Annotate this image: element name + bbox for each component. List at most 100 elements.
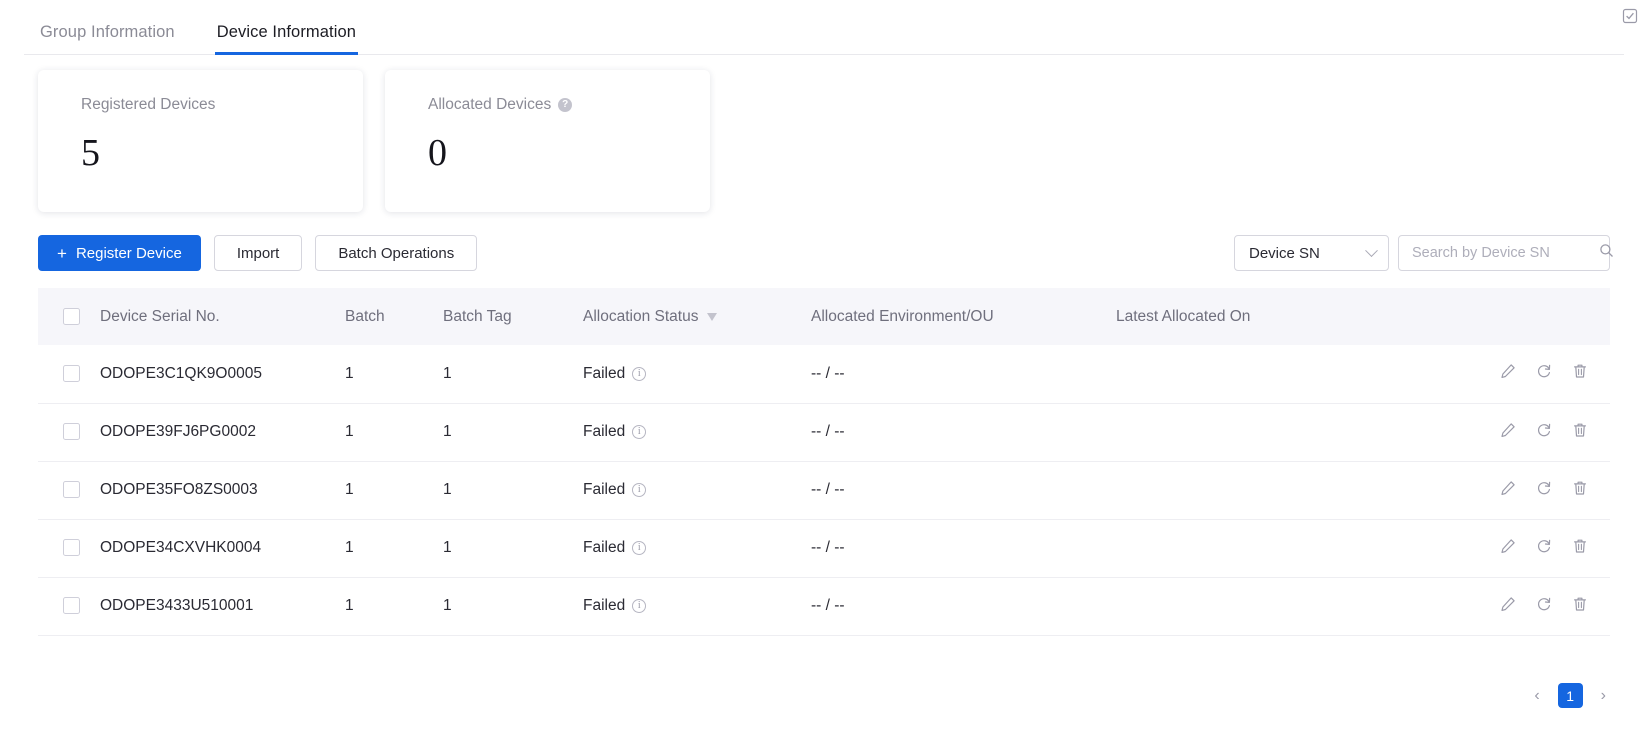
row-select-cell bbox=[38, 461, 100, 520]
cell-allocated-environment-ou: -- / -- bbox=[811, 577, 1116, 636]
help-icon[interactable]: ? bbox=[558, 98, 573, 112]
cell-actions bbox=[1371, 403, 1610, 462]
edit-icon[interactable] bbox=[1500, 596, 1516, 612]
cell-actions bbox=[1371, 461, 1610, 520]
row-select-cell bbox=[38, 519, 100, 578]
cell-batch: 1 bbox=[345, 577, 443, 636]
cell-latest-allocated-on bbox=[1116, 519, 1371, 578]
table-row: ODOPE3C1QK9O0005 1 1 Failed i -- / -- bbox=[38, 345, 1610, 404]
table-row: ODOPE3433U510001 1 1 Failed i -- / -- bbox=[38, 577, 1610, 636]
status-badge: Failed bbox=[583, 364, 626, 382]
search-field-select-value: Device SN bbox=[1249, 244, 1320, 262]
cell-batch-tag: 1 bbox=[443, 403, 583, 462]
row-checkbox[interactable] bbox=[63, 481, 80, 499]
stat-card-group: Registered Devices 5 Allocated Devices ?… bbox=[0, 55, 1648, 212]
pagination-page-1[interactable]: 1 bbox=[1557, 683, 1583, 708]
cell-batch-tag: 1 bbox=[443, 461, 583, 520]
header-allocation-status-label: Allocation Status bbox=[583, 307, 699, 325]
cell-batch: 1 bbox=[345, 403, 443, 462]
status-badge: Failed bbox=[583, 481, 626, 498]
row-checkbox[interactable] bbox=[63, 365, 80, 383]
select-all-checkbox[interactable] bbox=[63, 307, 80, 325]
cell-allocated-environment-ou: -- / -- bbox=[811, 403, 1116, 462]
delete-icon[interactable] bbox=[1572, 538, 1588, 554]
row-checkbox[interactable] bbox=[63, 423, 80, 441]
sync-icon[interactable] bbox=[1536, 596, 1552, 612]
tab-group-information[interactable]: Group Information bbox=[38, 23, 177, 55]
registered-devices-value: 5 bbox=[81, 132, 100, 174]
search-box[interactable] bbox=[1398, 235, 1613, 271]
batch-operations-button[interactable]: Batch Operations bbox=[315, 235, 478, 271]
cell-batch-tag: 1 bbox=[443, 577, 583, 636]
pagination-next-button[interactable]: › bbox=[1597, 686, 1610, 706]
chevron-down-icon bbox=[1365, 243, 1378, 257]
registered-devices-label-text: Registered Devices bbox=[81, 96, 216, 113]
cell-latest-allocated-on bbox=[1116, 403, 1371, 462]
tab-device-information[interactable]: Device Information bbox=[214, 23, 359, 55]
device-table: Device Serial No. Batch Batch Tag Alloca… bbox=[38, 288, 1610, 636]
sync-icon[interactable] bbox=[1536, 422, 1552, 438]
cell-device-serial-no: ODOPE3C1QK9O0005 bbox=[100, 345, 345, 404]
search-input[interactable] bbox=[1412, 245, 1599, 261]
delete-icon[interactable] bbox=[1572, 422, 1588, 438]
info-icon[interactable]: i bbox=[632, 366, 647, 381]
cell-batch-tag: 1 bbox=[443, 345, 583, 404]
search-icon[interactable] bbox=[1599, 243, 1614, 263]
cell-allocation-status: Failed i bbox=[583, 345, 811, 404]
allocated-devices-label: Allocated Devices ? bbox=[428, 96, 710, 114]
header-allocation-status: Allocation Status bbox=[583, 288, 811, 345]
filter-icon[interactable] bbox=[707, 312, 718, 321]
row-select-cell bbox=[38, 345, 100, 404]
cell-actions bbox=[1371, 345, 1610, 404]
cell-device-serial-no: ODOPE39FJ6PG0002 bbox=[100, 403, 345, 462]
table-row: ODOPE39FJ6PG0002 1 1 Failed i -- / -- bbox=[38, 403, 1610, 462]
toolbar: + Register Device Import Batch Operation… bbox=[0, 212, 1648, 271]
cell-device-serial-no: ODOPE3433U510001 bbox=[100, 577, 345, 636]
stat-card-registered-devices: Registered Devices 5 bbox=[38, 70, 363, 212]
sync-icon[interactable] bbox=[1536, 538, 1552, 554]
table-body: ODOPE3C1QK9O0005 1 1 Failed i -- / -- ODOPE39F… bbox=[38, 345, 1610, 636]
row-checkbox[interactable] bbox=[63, 539, 80, 557]
header-batch: Batch bbox=[345, 288, 443, 345]
delete-icon[interactable] bbox=[1572, 596, 1588, 612]
pagination-prev-button[interactable]: ‹ bbox=[1530, 686, 1543, 706]
table-head: Device Serial No. Batch Batch Tag Alloca… bbox=[38, 288, 1610, 345]
sync-icon[interactable] bbox=[1536, 363, 1552, 379]
status-badge: Failed bbox=[583, 423, 626, 440]
header-select-all bbox=[38, 288, 100, 345]
cell-batch: 1 bbox=[345, 519, 443, 578]
import-button[interactable]: Import bbox=[213, 235, 303, 271]
header-device-serial-no: Device Serial No. bbox=[100, 288, 345, 345]
header-batch-tag: Batch Tag bbox=[443, 288, 583, 345]
allocated-devices-value: 0 bbox=[428, 132, 447, 174]
header-actions bbox=[1371, 288, 1610, 345]
header-latest-allocated-on: Latest Allocated On bbox=[1116, 288, 1371, 345]
cell-actions bbox=[1371, 519, 1610, 578]
info-icon[interactable]: i bbox=[632, 541, 647, 555]
info-icon[interactable]: i bbox=[632, 425, 647, 439]
allocated-devices-label-text: Allocated Devices bbox=[428, 96, 552, 113]
cell-allocation-status: Failed i bbox=[583, 577, 811, 636]
stat-card-allocated-devices: Allocated Devices ? 0 bbox=[385, 70, 710, 212]
edit-icon[interactable] bbox=[1500, 363, 1516, 379]
cell-device-serial-no: ODOPE34CXVHK0004 bbox=[100, 519, 345, 578]
register-device-button[interactable]: + Register Device bbox=[38, 235, 201, 271]
sync-icon[interactable] bbox=[1536, 480, 1552, 496]
cell-actions bbox=[1371, 577, 1610, 636]
edit-icon[interactable] bbox=[1500, 480, 1516, 496]
row-select-cell bbox=[38, 577, 100, 636]
delete-icon[interactable] bbox=[1572, 480, 1588, 496]
edit-icon[interactable] bbox=[1500, 538, 1516, 554]
table-header-row: Device Serial No. Batch Batch Tag Alloca… bbox=[38, 288, 1610, 345]
info-icon[interactable]: i bbox=[632, 599, 647, 613]
cell-allocation-status: Failed i bbox=[583, 461, 811, 520]
header-allocated-environment-ou: Allocated Environment/OU bbox=[811, 288, 1116, 345]
delete-icon[interactable] bbox=[1572, 363, 1588, 379]
edit-icon[interactable] bbox=[1500, 422, 1516, 438]
info-icon[interactable]: i bbox=[632, 483, 647, 497]
search-field-select[interactable]: Device SN bbox=[1234, 235, 1389, 271]
row-checkbox[interactable] bbox=[63, 597, 80, 615]
table-row: ODOPE35FO8ZS0003 1 1 Failed i -- / -- bbox=[38, 461, 1610, 520]
cell-allocated-environment-ou: -- / -- bbox=[811, 345, 1116, 404]
tab-bar: Group Information Device Information bbox=[0, 0, 1648, 55]
